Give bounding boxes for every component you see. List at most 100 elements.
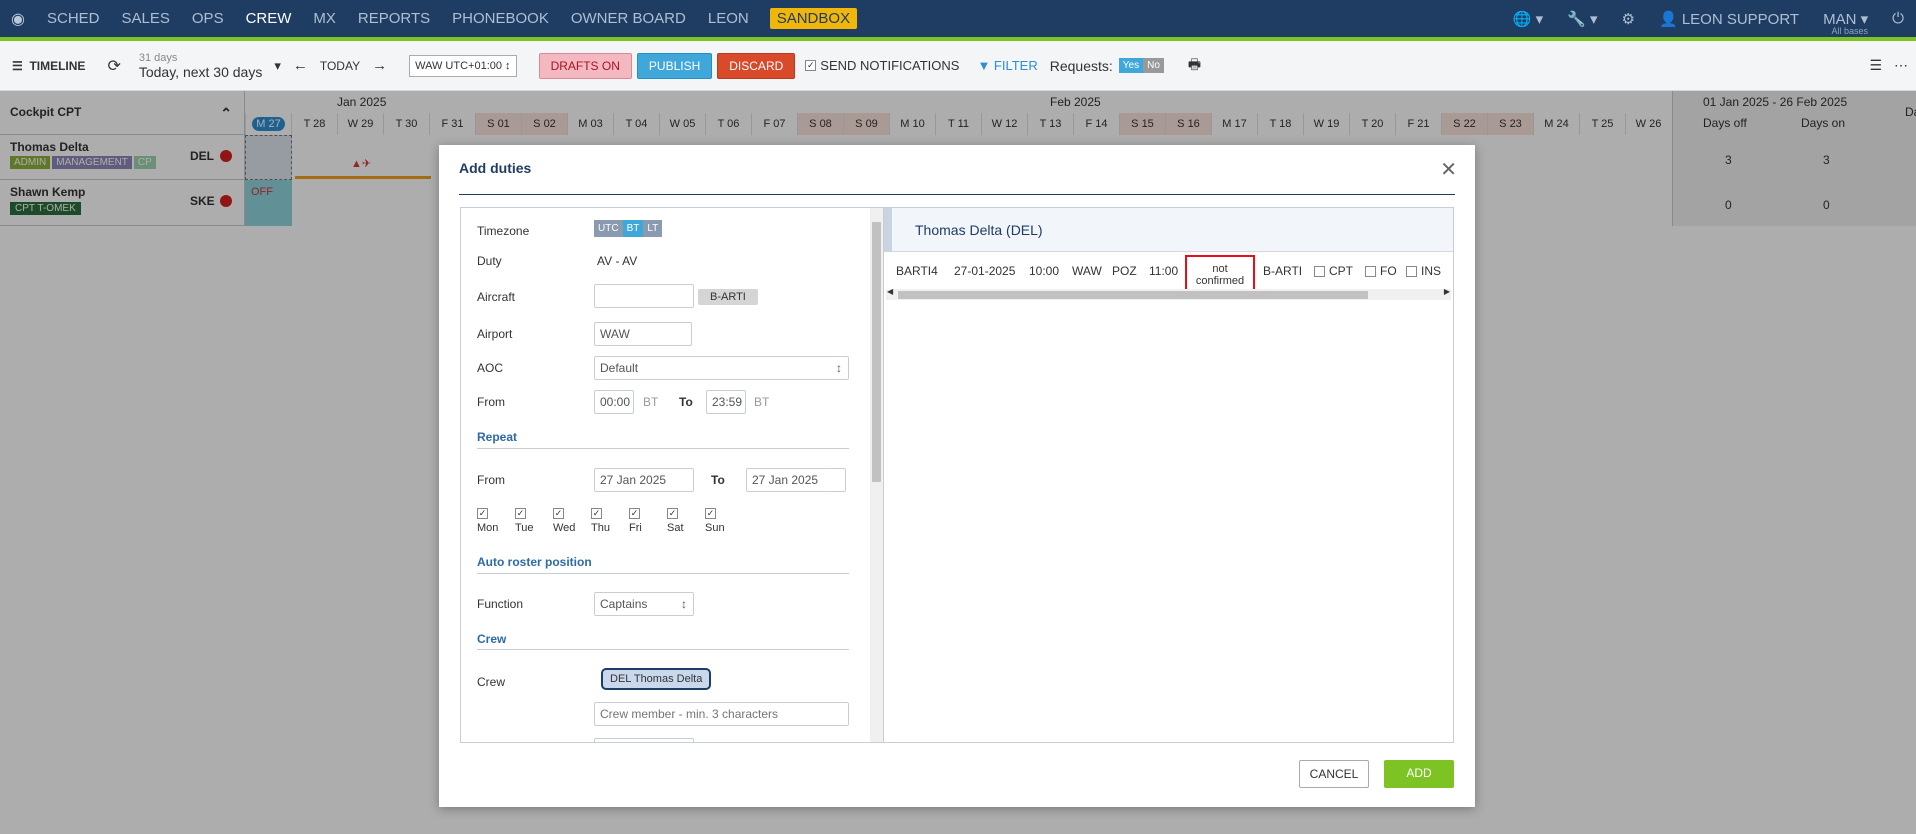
timezone-select[interactable]: WAW UTC+01:00 ↕ — [409, 54, 517, 77]
aircraft-input[interactable] — [594, 284, 694, 308]
airport-input[interactable]: WAW — [594, 322, 692, 346]
discard-button[interactable]: DISCARD — [717, 52, 796, 79]
from-time-input[interactable]: 00:00 — [594, 390, 634, 414]
next-arrow-icon[interactable]: → — [372, 57, 387, 74]
more-icon[interactable]: ⋯ — [1894, 57, 1908, 74]
checkbox-checked-icon[interactable]: ✓ — [629, 508, 640, 519]
nav-item-leon[interactable]: LEON — [697, 0, 760, 37]
close-icon[interactable]: ✕ — [1440, 157, 1457, 182]
aircraft-registration: B-ARTI — [1263, 264, 1303, 278]
to-time-input[interactable]: 23:59 — [706, 390, 746, 414]
nav-item-reports[interactable]: REPORTS — [347, 0, 441, 37]
role-ins-checkbox[interactable]: INS — [1406, 264, 1441, 278]
weekday-fri[interactable]: ✓ Fri — [629, 508, 658, 534]
departure-time: 10:00 — [1029, 264, 1060, 278]
repeat-to-label: To — [711, 473, 725, 487]
weekday-sun[interactable]: ✓ Sun — [705, 508, 734, 534]
base-selector[interactable]: MAN ▾ — [1823, 10, 1868, 28]
checkbox-checked-icon[interactable]: ✓ — [667, 508, 678, 519]
print-icon[interactable]: 🖶 — [1188, 54, 1201, 78]
crew-search-input[interactable] — [594, 702, 849, 726]
nav-item-ops[interactable]: OPS — [181, 0, 235, 37]
top-nav: ◉ SCHED SALES OPS CREW MX REPORTS PHONEBOOK OWN… — [0, 0, 1916, 41]
weekday-label: Mon — [477, 522, 499, 534]
prev-arrow-icon[interactable]: ← — [293, 57, 308, 74]
repeat-from-label: From — [477, 473, 505, 487]
repeat-to-input[interactable]: 27 Jan 2025 — [746, 468, 846, 492]
send-notifications-label: SEND NOTIFICATIONS — [820, 58, 960, 73]
crew-chip[interactable]: DEL Thomas Delta — [601, 668, 712, 690]
weekday-sat[interactable]: ✓ Sat — [667, 508, 696, 534]
menu-icon[interactable]: ☰ — [1869, 57, 1882, 74]
power-icon[interactable]: ⏻ — [1892, 10, 1904, 27]
weekday-wed[interactable]: ✓ Wed — [553, 508, 582, 534]
select-arrow-icon: ↕ — [681, 597, 687, 611]
aircraft-tag[interactable]: B-ARTI — [698, 289, 758, 305]
requests-toggle[interactable]: Yes No — [1118, 58, 1164, 73]
nav-item-mx[interactable]: MX — [302, 0, 347, 37]
timeline-view-button[interactable]: ☰ TIMELINE — [12, 59, 85, 73]
status-line-1: not — [1212, 263, 1228, 275]
modal-title: Add duties — [459, 160, 532, 176]
publish-button[interactable]: PUBLISH — [636, 52, 713, 79]
weekday-label: Fri — [629, 522, 642, 534]
scrollbar-thumb[interactable] — [872, 222, 881, 482]
range-dropdown-icon[interactable]: ▾ — [274, 58, 281, 74]
aoc-select[interactable]: Default ↕ — [594, 356, 849, 380]
nav-item-crew[interactable]: CREW — [235, 0, 303, 37]
wrench-icon[interactable]: 🔧 ▾ — [1567, 10, 1597, 28]
tz-utc[interactable]: UTC — [594, 220, 623, 237]
range-selector[interactable]: 31 days Today, next 30 days — [139, 52, 262, 80]
all-bases-label: All bases — [1831, 26, 1868, 36]
user-name: LEON SUPPORT — [1681, 10, 1800, 28]
add-duties-modal: Add duties ✕ Timezone UTC BT LT Duty AV … — [439, 145, 1475, 807]
select-arrow-icon: ↕ — [836, 361, 842, 375]
drafts-button[interactable]: DRAFTS ON — [538, 52, 632, 79]
divider — [477, 649, 849, 650]
checkbox-checked-icon[interactable]: ✓ — [553, 508, 564, 519]
cancel-button[interactable]: CANCEL — [1299, 760, 1369, 788]
tz-lt[interactable]: LT — [643, 220, 663, 237]
scroll-left-icon[interactable]: ◀ — [887, 287, 893, 296]
paw-logo-icon[interactable]: ◉ — [0, 9, 36, 29]
nav-item-phonebook[interactable]: PHONEBOOK — [441, 0, 560, 37]
checkbox-checked-icon[interactable]: ✓ — [477, 508, 488, 519]
flight-number: BARTI4 — [896, 264, 938, 278]
divider — [477, 448, 849, 449]
nav-item-sched[interactable]: SCHED — [36, 0, 111, 37]
nav-item-owner-board[interactable]: OWNER BOARD — [560, 0, 697, 37]
repeat-from-input[interactable]: 27 Jan 2025 — [594, 468, 694, 492]
weekday-tue[interactable]: ✓ Tue — [515, 508, 544, 534]
gear-icon[interactable]: ⚙ — [1622, 10, 1635, 28]
checkbox-checked-icon[interactable]: ✓ — [705, 508, 716, 519]
nav-item-sales[interactable]: SALES — [111, 0, 181, 37]
globe-icon[interactable]: 🌐 ▾ — [1513, 10, 1543, 28]
tz-bt[interactable]: BT — [622, 220, 644, 237]
timezone-label: Timezone — [477, 224, 530, 238]
form-scrollbar[interactable] — [870, 208, 883, 742]
today-button[interactable]: TODAY — [320, 59, 360, 73]
scroll-right-icon[interactable]: ▶ — [1444, 287, 1450, 296]
scrollbar-thumb[interactable] — [898, 291, 1368, 299]
horizontal-scrollbar[interactable]: ◀ ▶ — [886, 287, 1451, 300]
range-days: 31 days — [138, 51, 178, 64]
title-divider — [459, 194, 1455, 195]
add-button[interactable]: ADD — [1384, 760, 1454, 788]
timezone-value: WAW UTC+01:00 — [415, 59, 502, 72]
checkbox-checked-icon[interactable]: ✓ — [591, 508, 602, 519]
partial-input[interactable] — [594, 738, 694, 742]
weekday-thu[interactable]: ✓ Thu — [591, 508, 620, 534]
checkbox-checked-icon[interactable]: ✓ — [515, 508, 526, 519]
weekday-label: Tue — [515, 522, 534, 534]
weekday-mon[interactable]: ✓ Mon — [477, 508, 506, 534]
filter-button[interactable]: ▼ FILTER — [977, 58, 1037, 73]
user-menu[interactable]: 👤 LEON SUPPORT — [1659, 10, 1799, 28]
duty-label: Duty — [477, 254, 502, 268]
send-notifications-checkbox[interactable]: ✓ SEND NOTIFICATIONS — [805, 58, 959, 73]
role-fo-checkbox[interactable]: FO — [1365, 264, 1397, 278]
function-select[interactable]: Captains ↕ — [594, 592, 694, 616]
role-cpt-checkbox[interactable]: CPT — [1314, 264, 1353, 278]
role-fo-label: FO — [1380, 264, 1397, 278]
timezone-toggle[interactable]: UTC BT LT — [594, 220, 663, 237]
refresh-icon[interactable]: ⟳ — [107, 56, 120, 76]
